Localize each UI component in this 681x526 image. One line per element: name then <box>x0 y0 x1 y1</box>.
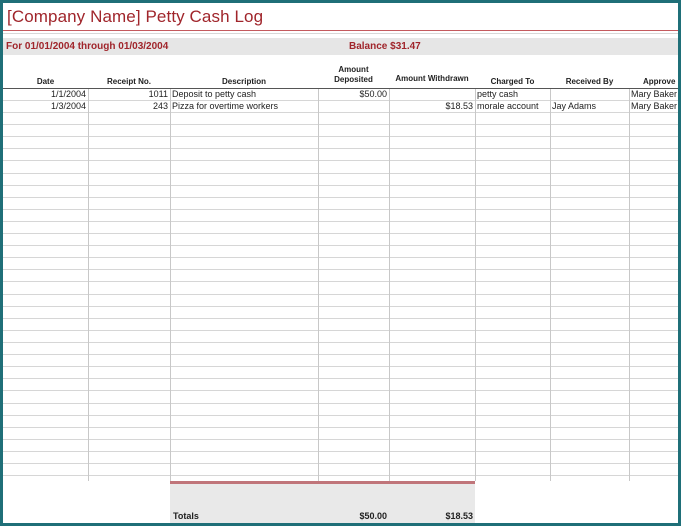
grid-row-line <box>3 148 678 149</box>
cell-amount-withdrawn: $18.53 <box>445 101 473 111</box>
grid-row-line <box>3 173 678 174</box>
cell-date: 1/1/2004 <box>50 89 86 99</box>
grid-row-line <box>3 281 678 282</box>
grid-row-line <box>3 366 678 367</box>
header-received-by: Received By <box>565 77 614 86</box>
grid-column-line <box>170 89 171 481</box>
grid-column-line <box>475 89 476 481</box>
grid-row-line <box>3 124 678 125</box>
cell-charged-to: morale account <box>477 101 539 111</box>
cell-approved-by: Mary Baker <box>631 101 678 111</box>
petty-cash-log-sheet: [Company Name] Petty Cash Log For 01/01/… <box>3 3 678 523</box>
grid-row-line <box>3 427 678 428</box>
grid-row-line <box>3 403 678 404</box>
grid-column-line <box>389 89 390 481</box>
page-title: [Company Name] Petty Cash Log <box>7 7 264 26</box>
grid-row-line <box>3 475 678 476</box>
header-amount-deposited-line2: Deposited <box>334 75 373 84</box>
grid-row-line <box>3 245 678 246</box>
cell-amount-deposited: $50.00 <box>359 89 387 99</box>
cell-description: Deposit to petty cash <box>172 89 257 99</box>
balance-value: Balance $31.47 <box>349 41 421 52</box>
header-description: Description <box>221 77 266 86</box>
total-deposited: $50.00 <box>359 511 387 521</box>
grid-row-line <box>3 197 678 198</box>
grid-column-line <box>88 89 89 481</box>
grid-row-line <box>3 439 678 440</box>
cell-receipt-no: 1011 <box>148 89 168 99</box>
grid-row-line <box>3 209 678 210</box>
grid-row-line <box>3 112 678 113</box>
header-charged-to: Charged To <box>490 77 535 86</box>
header-amount-withdrawn: Amount Withdrawn <box>395 74 469 83</box>
grid-row-line <box>3 294 678 295</box>
title-divider <box>3 30 678 31</box>
cell-date: 1/3/2004 <box>50 101 86 111</box>
totals-label: Totals <box>173 511 199 521</box>
cell-description: Pizza for overtime workers <box>172 101 279 111</box>
grid-row-line <box>3 390 678 391</box>
grid-row-line <box>3 160 678 161</box>
grid-row-line <box>3 185 678 186</box>
header-date: Date <box>36 77 55 86</box>
grid-row-line <box>3 451 678 452</box>
grid-column-line <box>629 89 630 481</box>
title-divider-secondary <box>3 33 678 34</box>
grid-row-line <box>3 342 678 343</box>
grid-column-line <box>318 89 319 481</box>
total-withdrawn: $18.53 <box>445 511 473 521</box>
grid-row-line <box>3 330 678 331</box>
header-amount-deposited-line1: Amount <box>338 65 369 74</box>
grid-row-line <box>3 269 678 270</box>
grid-row-line <box>3 378 678 379</box>
cell-charged-to: petty cash <box>477 89 519 99</box>
grid-row-line <box>3 318 678 319</box>
grid-row-line <box>3 354 678 355</box>
grid-row-line <box>3 233 678 234</box>
header-receipt-no: Receipt No. <box>106 77 151 86</box>
period-range: For 01/01/2004 through 01/03/2004 <box>6 41 169 52</box>
grid-column-line <box>550 89 551 481</box>
grid-row-line <box>3 463 678 464</box>
cell-received-by: Jay Adams <box>552 101 597 111</box>
grid-row-line <box>3 415 678 416</box>
header-approved-by: Approve <box>643 77 676 86</box>
grid-row-line <box>3 257 678 258</box>
grid-row-line <box>3 306 678 307</box>
cell-approved-by: Mary Baker <box>631 89 678 99</box>
grid-row-line <box>3 136 678 137</box>
cell-receipt-no: 243 <box>152 101 168 111</box>
grid-row-line <box>3 221 678 222</box>
